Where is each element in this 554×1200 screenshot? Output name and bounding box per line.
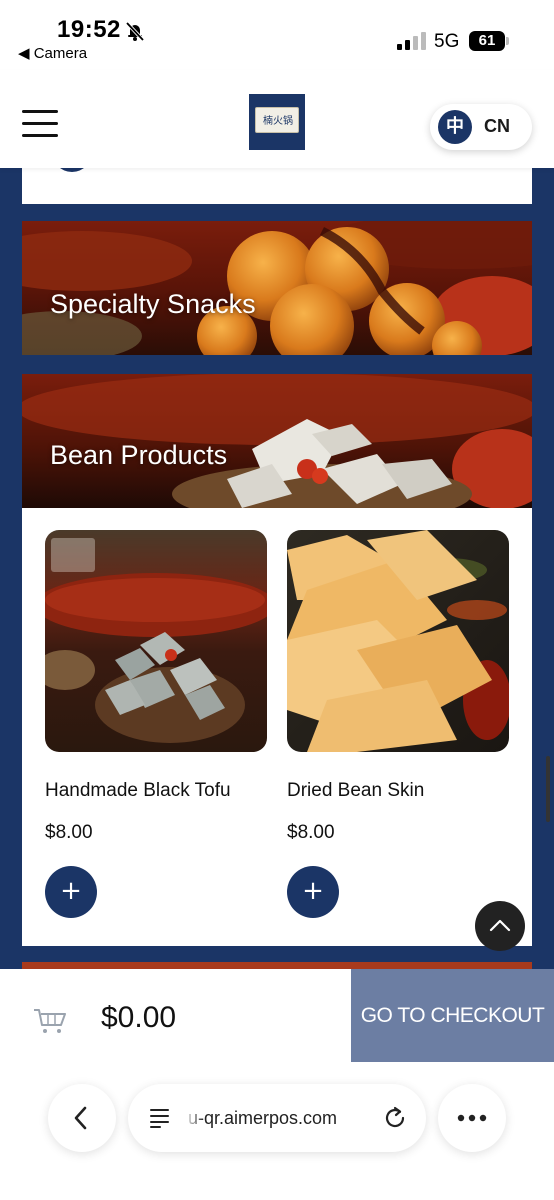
product-price: $8.00 <box>45 822 93 843</box>
product-image-black-tofu[interactable] <box>45 530 267 752</box>
category-banner-specialty-snacks[interactable]: Specialty Snacks <box>22 221 532 355</box>
menu-icon-bar <box>22 134 58 137</box>
menu-icon-bar <box>22 110 58 113</box>
cart-total: $0.00 <box>101 1001 177 1034</box>
menu-icon-bar <box>22 122 58 125</box>
address-bar[interactable]: u-qr.aimerpos.com <box>128 1084 426 1152</box>
product-name: Handmade Black Tofu <box>45 780 231 801</box>
language-code: CN <box>484 116 510 136</box>
product-grid: Handmade Black Tofu $8.00 + Dried Bean S… <box>22 508 532 946</box>
battery-tip <box>506 37 509 45</box>
tofu-photo <box>45 530 267 752</box>
checkout-button[interactable]: GO TO CHECKOUT <box>351 969 554 1062</box>
logo-text: 楠火锅 <box>263 116 293 127</box>
signal-icon <box>397 32 426 50</box>
product-image-dried-bean-skin[interactable] <box>287 530 509 752</box>
menu-button[interactable] <box>22 110 58 138</box>
status-time: 19:52 <box>57 16 121 43</box>
url-text: u-qr.aimerpos.com <box>188 1108 338 1128</box>
page: 19:52 ◀ Camera 5G 61 楠火锅 中 CN Specialty … <box>0 0 554 1200</box>
scrollbar-thumb[interactable] <box>546 756 550 822</box>
reader-icon[interactable] <box>148 1106 172 1130</box>
restaurant-logo[interactable]: 楠火锅 <box>249 94 305 150</box>
bean-skin-photo <box>287 530 509 752</box>
status-bar: 19:52 ◀ Camera 5G 61 <box>0 0 554 70</box>
product-price: $8.00 <box>287 822 335 843</box>
browser-toolbar: u-qr.aimerpos.com <box>0 1062 554 1200</box>
more-icon <box>457 1114 487 1122</box>
add-to-cart-button[interactable]: + <box>287 866 339 918</box>
back-to-camera-link[interactable]: ◀ Camera <box>18 44 87 62</box>
language-switch[interactable]: 中 CN <box>430 104 532 150</box>
cart-bar: $0.00 GO TO CHECKOUT <box>0 969 554 1062</box>
language-badge: 中 <box>438 110 472 144</box>
reload-icon[interactable] <box>382 1105 408 1131</box>
more-button[interactable] <box>438 1084 506 1152</box>
battery-level: 61 <box>469 31 505 51</box>
chevron-left-icon <box>74 1106 87 1130</box>
back-button[interactable] <box>48 1084 116 1152</box>
url-fade <box>184 1084 204 1152</box>
scroll-to-top-button[interactable] <box>475 901 525 951</box>
logo-plate: 楠火锅 <box>255 107 299 133</box>
category-title: Specialty Snacks <box>50 289 256 319</box>
banner-image-fried-balls <box>22 221 532 355</box>
network-type: 5G <box>434 31 460 52</box>
site-header: 楠火锅 中 CN <box>0 70 554 168</box>
chevron-up-icon <box>489 919 511 932</box>
product-name: Dried Bean Skin <box>287 780 425 801</box>
category-title: Bean Products <box>50 440 228 470</box>
bell-slash-icon <box>125 21 145 42</box>
add-to-cart-button[interactable]: + <box>45 866 97 918</box>
cart-icon[interactable] <box>33 1006 67 1034</box>
category-banner-bean-products[interactable]: Bean Products <box>22 374 532 508</box>
battery-icon: 61 <box>469 31 509 51</box>
